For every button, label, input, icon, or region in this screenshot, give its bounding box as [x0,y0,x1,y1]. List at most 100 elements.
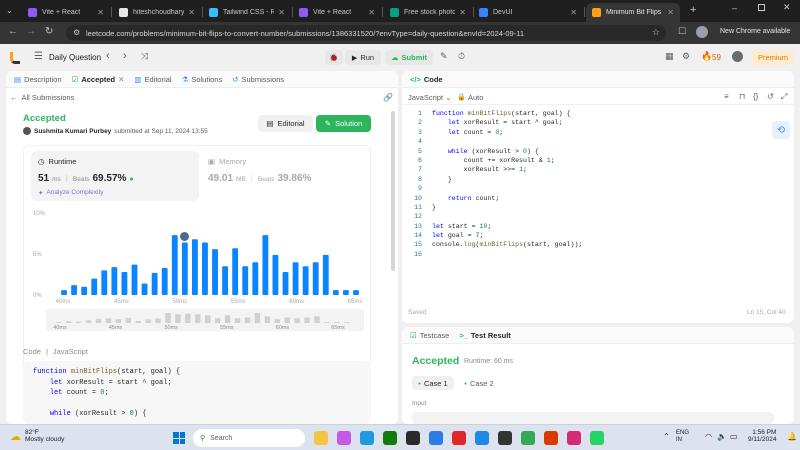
chart-bar[interactable] [81,286,88,295]
chart-bar[interactable] [71,285,78,295]
browser-tab[interactable]: Vite + React ✕ [22,3,110,22]
reload-icon[interactable]: ↻ [45,26,53,37]
chart-bar[interactable] [232,248,239,295]
editor-code-line[interactable]: 6 count += xorResult & 1; [410,156,780,165]
store-icon[interactable] [429,431,443,445]
chart-bar[interactable] [202,242,208,295]
chart-bar[interactable] [131,264,138,295]
terminal-icon[interactable] [498,431,512,445]
bookmark-icon[interactable]: ⊓ [739,92,745,101]
close-window-icon[interactable]: ✕ [783,2,791,13]
tab-submissions[interactable]: ↺ Submissions [232,75,284,84]
debug-button[interactable]: 🐞 [325,50,343,65]
extensions-icon[interactable]: ☐ [678,26,686,37]
shuffle-icon[interactable]: ⤨ [141,51,148,62]
browser-tab[interactable]: Free stock photo of ...✕ [384,3,472,22]
editor-code-line[interactable]: 14 let goal = 7; [410,231,780,240]
tab-editorial[interactable]: ▥ Editorial [134,75,171,84]
language-select[interactable]: JavaScript ⌄ [408,93,451,102]
submit-button[interactable]: ☁ Submit [385,50,433,65]
vscode-icon[interactable] [475,431,489,445]
editor-code-line[interactable]: 2 let xorResult = start ^ goal; [410,118,780,127]
tab-accepted[interactable]: ☑ Accepted ✕ [72,75,125,84]
code-editor[interactable]: 1 function minBitFlips(start, goal) {2 le… [410,109,780,279]
bookmark-star-icon[interactable]: ☆ [652,27,660,38]
chart-bar[interactable] [272,254,279,295]
editor-code-line[interactable]: 10 return count; [410,194,780,203]
prev-problem-icon[interactable]: ‹ [106,50,110,62]
chart-bar[interactable] [353,290,359,295]
wifi-icon[interactable]: ◠ [705,432,712,441]
new-chrome-label[interactable]: New Chrome available [720,28,790,35]
taskbar-search-box[interactable]: ⚲ Search [193,429,305,447]
chart-bar[interactable] [342,290,349,295]
chart-bar[interactable] [101,270,108,295]
next-problem-icon[interactable]: › [123,50,127,62]
chart-bar[interactable] [262,235,269,295]
editor-code-line[interactable]: 5 while (xorResult > 0) { [410,147,780,156]
case-2-button[interactable]: • Case 2 [458,376,500,390]
chart-bar[interactable] [191,239,198,295]
chart-bar[interactable] [332,290,339,295]
keyboard-lang[interactable]: ENG IN [676,430,689,444]
new-tab-button[interactable]: + [690,4,696,16]
chart-bar[interactable] [302,266,309,295]
runtime-card[interactable]: ◷ Runtime 51 ms | Beats 69.57% ● ✦ Analyze… [31,151,199,201]
tab-close-icon[interactable]: ✕ [274,8,285,17]
edge-icon[interactable] [360,431,374,445]
chart-bar[interactable] [111,267,118,295]
editor-code-line[interactable]: 11} [410,203,780,212]
profile-avatar[interactable] [696,26,708,38]
leetcode-logo-icon[interactable] [10,52,20,64]
tab-solutions[interactable]: ⚗ Solutions [182,75,223,84]
user-avatar[interactable] [732,51,743,62]
back-icon[interactable]: ← [8,26,18,37]
chart-bar[interactable] [151,272,158,295]
editor-code-line[interactable]: 7 xorResult >>= 1; [410,165,780,174]
author-name[interactable]: Sushmita Kumari Purbey [34,128,111,135]
tab-description[interactable]: ▤ Description [14,75,62,84]
instagram-icon[interactable] [567,431,581,445]
runtime-mini-chart[interactable]: 40ms 45ms 50ms 55ms 60ms 65ms [46,309,364,331]
site-info-icon[interactable]: ⚙ [73,28,80,37]
editor-code-line[interactable]: 13 let start = 10; [410,222,780,231]
tab-close-icon[interactable]: ✕ [663,8,674,17]
link-icon[interactable]: 🔗 [383,93,393,102]
chart-bar[interactable] [242,266,249,295]
solution-button[interactable]: ✎ Solution [316,115,371,132]
settings-gear-icon[interactable]: ⚙ [682,51,690,62]
ai-assist-icon[interactable]: ⟲ [772,121,790,139]
start-button-icon[interactable] [173,432,185,444]
editor-code-line[interactable]: 8 } [410,175,780,184]
format-icon[interactable]: ≡ [724,92,729,101]
analyze-complexity-link[interactable]: ✦ Analyze Complexity [38,189,104,197]
editor-code-line[interactable]: 4 [410,137,780,146]
chart-bar[interactable] [252,262,259,295]
chart-bar[interactable] [282,272,289,295]
youtube-icon[interactable] [452,431,466,445]
problem-list-icon[interactable]: ☰ [34,51,43,62]
editor-code-line[interactable]: 12 [410,212,780,221]
tab-close-icon[interactable]: ✕ [364,8,375,17]
weather-widget[interactable]: ☁ 82°F Mostly cloudy [10,429,64,443]
browser-tab[interactable]: Vite + React ✕ [293,3,381,22]
back-to-submissions[interactable]: ← All Submissions [10,93,74,102]
streak-fire-icon[interactable]: 🔥 [701,51,712,62]
copilot-icon[interactable] [337,431,351,445]
chart-bar[interactable] [141,283,148,295]
browser-tab[interactable]: hiteshchoudhary/Re...✕ [113,3,201,22]
clock[interactable]: 1:56 PM 9/11/2024 [748,429,776,443]
case-1-button[interactable]: • Case 1 [412,376,454,390]
calendar-icon[interactable] [544,431,558,445]
app-icon[interactable] [406,431,420,445]
fullscreen-icon[interactable]: ⤢ [781,92,787,102]
tab-test-result[interactable]: >_ Test Result [459,331,510,340]
file-explorer-icon[interactable] [314,431,328,445]
address-bar[interactable]: ⚙ leetcode.com/problems/minimum-bit-flip… [66,25,666,41]
close-tab-icon[interactable]: ✕ [118,75,124,84]
xbox-icon[interactable] [383,431,397,445]
tab-testcase[interactable]: ☑ Testcase [410,331,449,340]
tab-close-icon[interactable]: ✕ [566,8,577,17]
chart-bar[interactable] [121,272,128,295]
editor-code-line[interactable]: 3 let count = 0; [410,128,780,137]
